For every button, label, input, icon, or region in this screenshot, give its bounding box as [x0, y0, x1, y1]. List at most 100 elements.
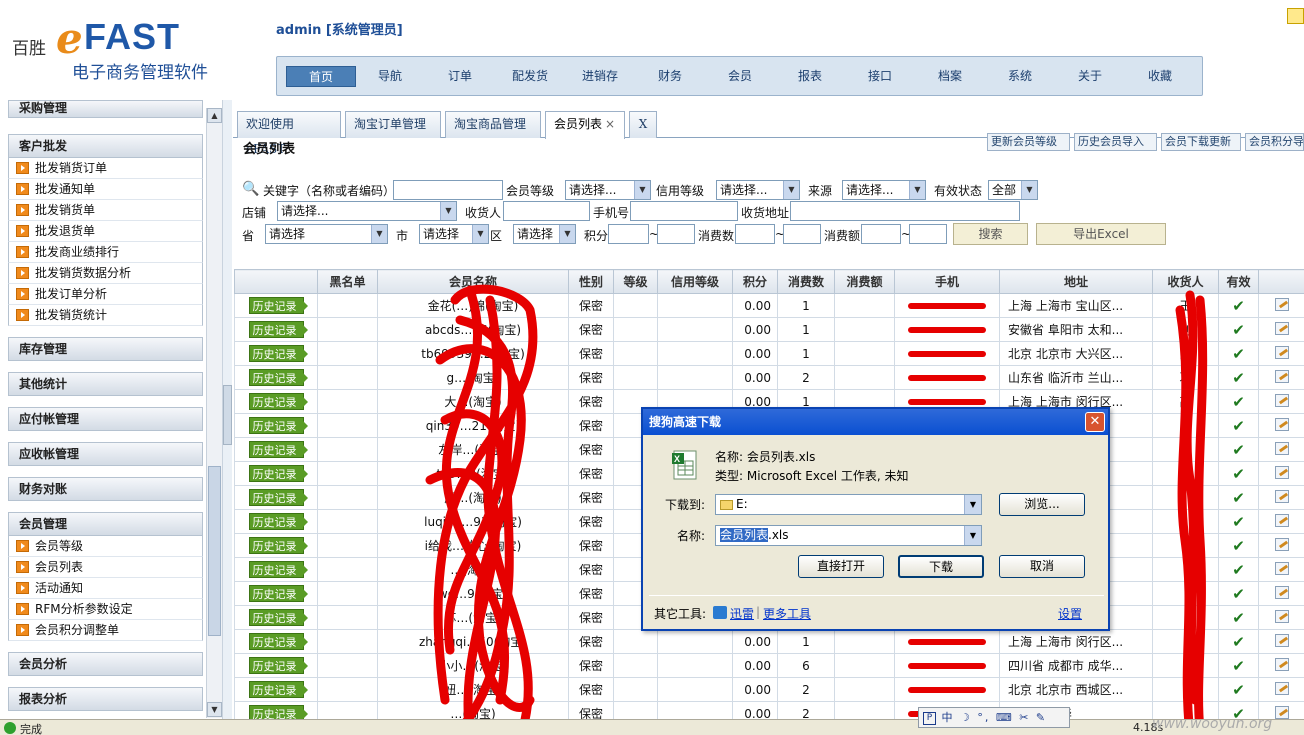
consume-amount-min-input[interactable]: [861, 224, 901, 244]
mobile-input[interactable]: [630, 201, 738, 221]
notice-icon[interactable]: [1287, 8, 1304, 24]
sidebar-group-other-stats[interactable]: 其他统计: [8, 372, 203, 396]
history-record-button[interactable]: 历史记录: [248, 633, 308, 650]
points-max-input[interactable]: [657, 224, 695, 244]
history-record-button[interactable]: 历史记录: [248, 537, 308, 554]
edit-icon[interactable]: [1274, 513, 1289, 527]
tab-member-list[interactable]: 会员列表 ×: [545, 111, 625, 139]
history-record-button[interactable]: 历史记录: [248, 297, 308, 314]
edit-icon[interactable]: [1274, 705, 1289, 719]
edit-icon[interactable]: [1274, 369, 1289, 383]
download-button[interactable]: 下载: [898, 555, 984, 578]
edit-icon[interactable]: [1274, 489, 1289, 503]
tab-close-icon[interactable]: ×: [605, 117, 615, 131]
history-record-button[interactable]: 历史记录: [248, 345, 308, 362]
province-select[interactable]: 请选择 ▼: [265, 224, 388, 244]
sidebar-item-wholesale-analysis[interactable]: 批发销货数据分析: [8, 263, 203, 284]
history-record-button[interactable]: 历史记录: [248, 417, 308, 434]
edit-icon[interactable]: [1274, 441, 1289, 455]
browse-button[interactable]: 浏览...: [999, 493, 1085, 516]
xunlei-link[interactable]: 迅雷: [730, 605, 754, 622]
table-row[interactable]: 历史记录 妞…(淘宝) 保密 0.00 2 北京 北京市 西城区... ✔: [234, 677, 1304, 702]
sidebar-item-rfm[interactable]: RFM分析参数设定: [8, 599, 203, 620]
edit-icon[interactable]: [1274, 681, 1289, 695]
sidebar-item-wholesale-ranking[interactable]: 批发商业绩排行: [8, 242, 203, 263]
sidebar-group-wholesale[interactable]: 客户批发: [8, 134, 203, 158]
search-button[interactable]: 搜索: [953, 223, 1028, 245]
open-directly-button[interactable]: 直接打开: [798, 555, 884, 578]
credit-select[interactable]: 请选择... ▼: [716, 180, 800, 200]
address-input[interactable]: [790, 201, 1020, 221]
sidebar-item-activity-notice[interactable]: 活动通知: [8, 578, 203, 599]
sidebar-item-member-level[interactable]: 会员等级: [8, 536, 203, 557]
nav-about[interactable]: 关于: [1055, 66, 1125, 87]
table-row[interactable]: 历史记录 小小…(淘宝) 保密 0.00 6 四川省 成都市 成华... ✔: [234, 653, 1304, 678]
consume-amount-max-input[interactable]: [909, 224, 947, 244]
sidebar-item-wholesale-order-analysis[interactable]: 批发订单分析: [8, 284, 203, 305]
sidebar-group-receivable[interactable]: 应收帐管理: [8, 442, 203, 466]
import-history-button[interactable]: 历史会员导入: [1074, 133, 1157, 151]
ime-toolbar[interactable]: P 中 ☽ °, ⌨ ✂ ✎: [918, 707, 1070, 728]
history-record-button[interactable]: 历史记录: [248, 561, 308, 578]
nav-shipping[interactable]: 配发货: [495, 66, 565, 87]
update-level-button[interactable]: 更新会员等级: [987, 133, 1070, 151]
sidebar-group-reconcile[interactable]: 财务对账: [8, 477, 203, 501]
history-record-button[interactable]: 历史记录: [248, 657, 308, 674]
tab-taobao-orders[interactable]: 淘宝订单管理: [345, 111, 441, 138]
shop-select[interactable]: 请选择... ▼: [277, 201, 457, 221]
edit-icon[interactable]: [1274, 465, 1289, 479]
edit-icon[interactable]: [1274, 321, 1289, 335]
edit-icon[interactable]: [1274, 561, 1289, 575]
consume-count-max-input[interactable]: [783, 224, 821, 244]
history-record-button[interactable]: 历史记录: [248, 609, 308, 626]
sidebar-item-wholesale-stats[interactable]: 批发销货统计: [8, 305, 203, 326]
history-record-button[interactable]: 历史记录: [248, 321, 308, 338]
nav-orders[interactable]: 订单: [425, 66, 495, 87]
scroll-thumb[interactable]: [208, 466, 221, 636]
city-select[interactable]: 请选择 ▼: [419, 224, 489, 244]
sidebar-group-payable[interactable]: 应付帐管理: [8, 407, 203, 431]
edit-icon[interactable]: [1274, 345, 1289, 359]
sidebar-item-member-list[interactable]: 会员列表: [8, 557, 203, 578]
edit-icon[interactable]: [1274, 393, 1289, 407]
settings-link[interactable]: 设置: [1058, 605, 1082, 622]
table-row[interactable]: 历史记录 tb69939…2(淘宝) 保密 0.00 1 北京 北京市 大兴区... 薛 ✔: [234, 341, 1304, 366]
sidebar-group-stock[interactable]: 库存管理: [8, 337, 203, 361]
receiver-input[interactable]: [503, 201, 590, 221]
edit-icon[interactable]: [1274, 297, 1289, 311]
history-record-button[interactable]: 历史记录: [248, 441, 308, 458]
nav-guide[interactable]: 导航: [355, 66, 425, 87]
sidebar-group-member-analysis[interactable]: 会员分析: [8, 652, 203, 676]
history-record-button[interactable]: 历史记录: [248, 585, 308, 602]
district-select[interactable]: 请选择 ▼: [513, 224, 576, 244]
sidebar-group-report-analysis[interactable]: 报表分析: [8, 687, 203, 711]
scroll-down-icon[interactable]: ▼: [207, 702, 222, 717]
table-row[interactable]: 历史记录 zhangqi…50(淘宝) 保密 0.00 1 上海 上海市 闵行区... ✔: [234, 629, 1304, 654]
history-record-button[interactable]: 历史记录: [248, 465, 308, 482]
points-min-input[interactable]: [608, 224, 649, 244]
nav-archive[interactable]: 档案: [915, 66, 985, 87]
edit-icon[interactable]: [1274, 657, 1289, 671]
history-record-button[interactable]: 历史记录: [248, 369, 308, 386]
sidebar-group-member[interactable]: 会员管理: [8, 512, 203, 536]
nav-home[interactable]: 首页: [286, 66, 356, 87]
consume-count-min-input[interactable]: [735, 224, 775, 244]
panel-splitter[interactable]: [222, 100, 232, 720]
history-record-button[interactable]: 历史记录: [248, 489, 308, 506]
download-update-button[interactable]: 会员下载更新: [1161, 133, 1241, 151]
history-record-button[interactable]: 历史记录: [248, 393, 308, 410]
history-record-button[interactable]: 历史记录: [248, 681, 308, 698]
points-import-button[interactable]: 会员积分导: [1245, 133, 1304, 151]
splitter-handle[interactable]: [223, 385, 232, 445]
level-select[interactable]: 请选择... ▼: [565, 180, 651, 200]
nav-members[interactable]: 会员: [705, 66, 775, 87]
sidebar-scrollbar[interactable]: ▲ ▼: [206, 108, 222, 718]
save-to-select[interactable]: E: ▼: [715, 494, 982, 515]
sidebar-item-wholesale-notice[interactable]: 批发通知单: [8, 179, 203, 200]
table-row[interactable]: 历史记录 g…(淘宝) 保密 0.00 2 山东省 临沂市 兰山... 葛 ✔: [234, 365, 1304, 390]
table-row[interactable]: 历史记录 金花(…)锦(淘宝) 保密 0.00 1 上海 上海市 宝山区... 王 ✔: [234, 293, 1304, 318]
table-row[interactable]: 历史记录 abcds…06(淘宝) 保密 0.00 1 安徽省 阜阳市 太和... 刘 ✔: [234, 317, 1304, 342]
sidebar-item-wholesale-order[interactable]: 批发销货订单: [8, 158, 203, 179]
edit-icon[interactable]: [1274, 609, 1289, 623]
history-record-button[interactable]: 历史记录: [248, 513, 308, 530]
